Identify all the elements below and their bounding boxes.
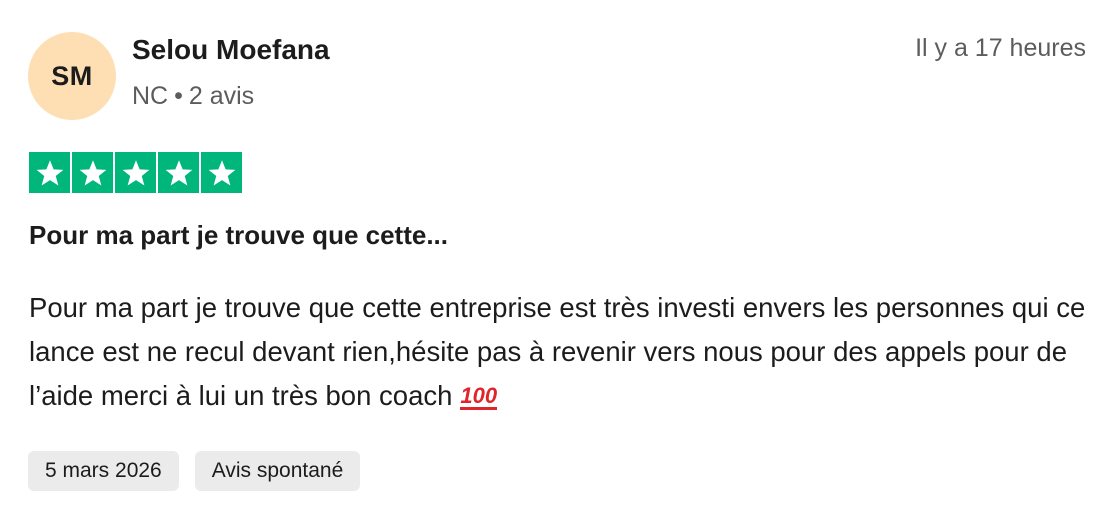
review-type-tag[interactable]: Avis spontané <box>194 451 361 491</box>
star-icon <box>158 152 199 193</box>
star-icon <box>115 152 156 193</box>
review-tags: 5 mars 2026 Avis spontané <box>28 451 361 491</box>
hundred-points-icon: 100 <box>460 383 498 410</box>
avatar-initials: SM <box>51 60 93 91</box>
star-icon <box>29 152 70 193</box>
star-icon <box>72 152 113 193</box>
review-title[interactable]: Pour ma part je trouve que cette... <box>29 220 448 251</box>
reviewer-country: NC <box>132 82 169 110</box>
review-date-tag: 5 mars 2026 <box>28 451 179 491</box>
reviewer-meta: NC • 2 avis <box>132 82 254 111</box>
avatar[interactable]: SM <box>28 32 116 120</box>
star-rating <box>29 152 242 193</box>
star-icon <box>201 152 242 193</box>
reviewer-name[interactable]: Selou Moefana <box>132 34 330 66</box>
review-card: SM Selou Moefana NC • 2 avis Il y a 17 heu… <box>0 0 1108 522</box>
review-body: Pour ma part je trouve que cette entrepr… <box>29 286 1089 418</box>
review-time-ago: Il y a 17 heures <box>915 34 1086 62</box>
review-body-text: Pour ma part je trouve que cette entrepr… <box>29 292 1086 411</box>
reviewer-review-count: 2 avis <box>188 82 255 110</box>
meta-separator: • <box>174 82 183 110</box>
